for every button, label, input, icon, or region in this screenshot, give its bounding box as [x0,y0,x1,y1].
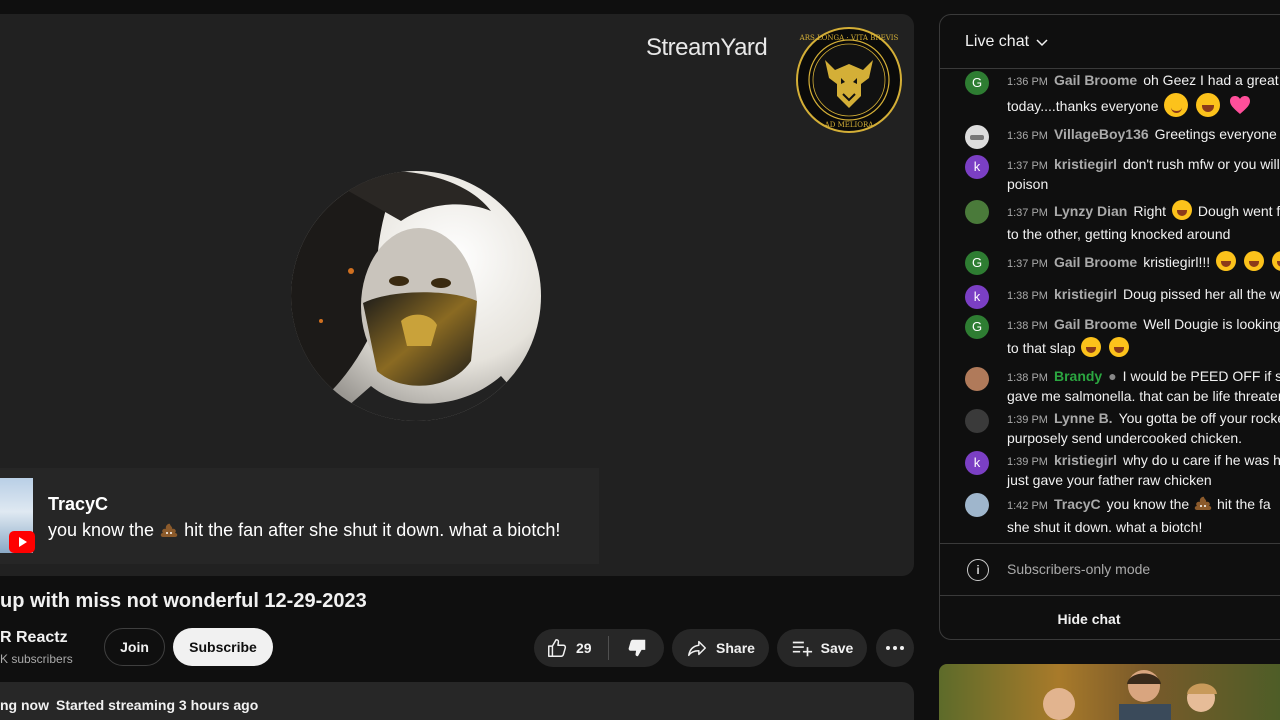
save-label: Save [820,640,854,656]
chat-avatar: k [965,451,989,475]
smiling-face-emoji-icon [1164,93,1189,117]
chevron-down-icon [1036,39,1048,47]
video-player[interactable]: StreamYard ARS LONGA · VITA BREVIS AD ME… [0,14,914,576]
like-button[interactable]: 29 [534,629,608,667]
streamer-avatar [291,171,541,421]
share-icon [688,640,707,657]
chat-message: k 1:38 PM kristiegirl Doug pissed her all … [965,285,1280,309]
chat-avatar [965,125,989,149]
save-button[interactable]: Save [777,629,867,667]
chat-avatar [965,367,989,391]
chat-message: 1:38 PM Brandy ● I would be PEED OFF if so … [965,367,1280,405]
recommended-video-thumbnail[interactable] [939,664,1280,720]
chat-avatar: k [965,285,989,309]
chat-message: 1:42 PM TracyC you know the hit the fa she… [965,493,1280,536]
chat-avatar: G [965,315,989,339]
dislike-button[interactable] [609,629,664,667]
info-icon[interactable]: i [967,559,989,581]
channel-name[interactable]: R Reactz [0,629,68,647]
stream-status: ng now Started streaming 3 hours ago [0,697,259,713]
chat-message: G 1:37 PM Gail Broome kristiegirl!!! [965,251,1280,275]
crest-seal-logo: ARS LONGA · VITA BREVIS AD MELIORA [796,27,902,133]
subscriber-count: K subscribers [0,652,73,666]
chat-avatar [965,200,989,224]
subscribers-only-banner: i Subscribers-only mode [940,543,1280,595]
live-chat-panel: Live chat G 1:36 PM Gail Broome oh Geez I … [939,14,1280,640]
kissing-face-emoji-icon [1196,93,1221,117]
rofl-emoji-icon [1216,251,1237,271]
chat-avatar [965,493,989,517]
rofl-emoji-icon [1271,251,1280,271]
streamyard-logo: StreamYard [646,34,768,61]
chat-message: 1:36 PM VillageBoy136 Greetings everyone [965,125,1280,149]
thumbs-up-icon [548,639,567,657]
join-button[interactable]: Join [104,628,165,666]
subscribe-button[interactable]: Subscribe [173,628,273,666]
thumbnail-image [1043,670,1217,720]
member-badge-icon: ● [1108,368,1117,384]
laughing-emoji-icon [1171,200,1192,220]
more-actions-button[interactable] [876,629,914,667]
poop-emoji-icon [160,523,178,537]
chat-message: 1:37 PM Lynzy Dian Right Dough went f to t… [965,200,1280,243]
chat-avatar: k [965,155,989,179]
rofl-emoji-icon [1081,337,1102,357]
comment-author: TracyC [48,494,109,514]
chat-message: G 1:36 PM Gail Broome oh Geez I had a grea… [965,71,1280,117]
highlighted-comment-overlay: TracyC you know the hit the fan after sh… [0,468,599,564]
video-title: up with miss not wonderful 12-29-2023 [0,590,367,612]
share-label: Share [716,640,755,656]
chat-avatar: G [965,251,989,275]
subscribers-only-text: Subscribers-only mode [1007,561,1151,577]
thumbs-down-icon [628,639,645,657]
chat-avatar [965,409,989,433]
chat-message: k 1:37 PM kristiegirl don't rush mfw or yo… [965,155,1280,193]
pink-heart-emoji-icon [1230,96,1251,114]
like-dislike-group: 29 [534,629,664,667]
seal-bottom-text: AD MELIORA [824,121,875,129]
chat-message: 1:39 PM Lynne B. You gotta be off your roc… [965,409,1280,447]
chat-message: G 1:38 PM Gail Broome Well Dougie is looki… [965,315,1280,357]
hide-chat-button[interactable]: Hide chat [940,595,1280,639]
chat-header: Live chat [940,15,1280,69]
rofl-emoji-icon [1109,337,1130,357]
share-button[interactable]: Share [672,629,769,667]
playlist-add-icon [792,641,812,657]
chat-avatar: G [965,71,989,95]
more-horizontal-icon [886,646,904,650]
like-count: 29 [576,640,592,656]
poop-emoji-icon [1194,496,1212,510]
comment-text: you know the hit the fan after she shut … [48,520,561,540]
chat-message: k 1:39 PM kristiegirl why do u care if he … [965,451,1280,489]
youtube-icon [9,531,35,553]
seal-top-text: ARS LONGA · VITA BREVIS [799,34,899,42]
rofl-emoji-icon [1243,251,1264,271]
chat-mode-dropdown[interactable]: Live chat [965,33,1049,51]
